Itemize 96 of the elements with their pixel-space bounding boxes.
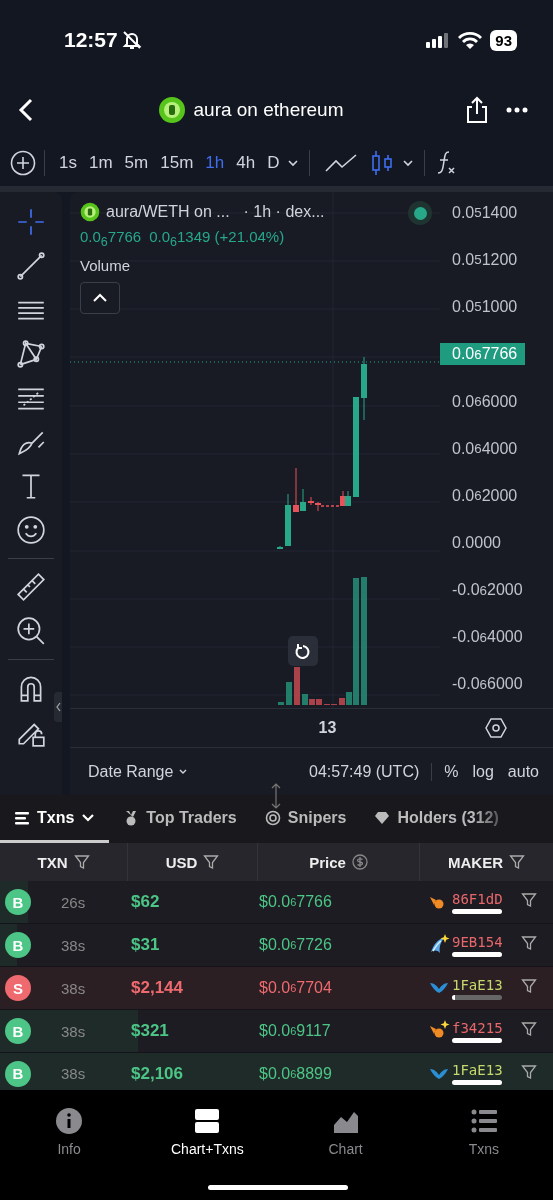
- interval-tab[interactable]: 1h: [199, 153, 231, 173]
- chevron-up-icon: [91, 292, 109, 304]
- holding-bar: [452, 951, 502, 957]
- maker-address[interactable]: 1FaE13: [452, 1062, 503, 1078]
- split-layout-icon: [193, 1107, 222, 1135]
- column-header: USD: [165, 853, 198, 871]
- volume-bar: [286, 682, 292, 705]
- interval-tab[interactable]: D: [261, 153, 286, 173]
- crosshair-icon[interactable]: [15, 206, 47, 238]
- signal-icon: [426, 32, 451, 48]
- candles-icon[interactable]: [370, 149, 395, 177]
- reset-button[interactable]: [288, 636, 318, 666]
- target-icon: [264, 809, 281, 826]
- volume-label: Volume: [80, 257, 132, 274]
- price-axis-label: 0.0000: [451, 533, 502, 553]
- filter-icon[interactable]: [520, 1063, 537, 1080]
- reset-icon: [294, 642, 312, 660]
- pair-details: · 1h · dex...: [243, 203, 325, 221]
- interval-tab[interactable]: 15m: [154, 153, 200, 173]
- volume-bar: [278, 702, 284, 705]
- maker-address[interactable]: 9EB154: [452, 933, 503, 950]
- token-logo-icon: [157, 96, 186, 124]
- info-icon: [55, 1107, 84, 1135]
- wifi-icon: [458, 31, 483, 49]
- filter-icon[interactable]: [520, 892, 537, 908]
- resize-handle-icon[interactable]: [270, 783, 282, 809]
- column-header: MAKER: [448, 853, 503, 871]
- age-cell-text: 38s: [61, 936, 87, 954]
- scale-option[interactable]: auto: [505, 762, 541, 781]
- collapse-handle[interactable]: [54, 692, 62, 722]
- age-cell-text: 38s: [61, 979, 87, 997]
- age-cell-text: 38s: [61, 1022, 87, 1040]
- interval-tab[interactable]: 1m: [82, 153, 119, 173]
- usd-cell-text: $62: [131, 892, 161, 912]
- side-badge: B: [5, 932, 31, 958]
- candle: [285, 493, 291, 547]
- filter-icon[interactable]: [203, 854, 220, 870]
- interval-tab[interactable]: 4h: [230, 153, 262, 173]
- ruler-icon[interactable]: [15, 571, 47, 603]
- filter-icon[interactable]: [520, 935, 537, 951]
- pattern-icon[interactable]: [15, 338, 47, 370]
- holding-bar: [452, 908, 502, 914]
- scale-option[interactable]: log: [470, 762, 496, 781]
- column-header: TXN: [37, 853, 68, 871]
- filter-icon[interactable]: [509, 854, 525, 870]
- last-price: 0.0$_{6}$7766: [80, 228, 142, 249]
- filter-icon[interactable]: [73, 854, 90, 870]
- price-change: 0.0$_{6}$1349 (+21.04%): [149, 228, 285, 249]
- panel-tab[interactable]: Holders (312): [360, 795, 513, 843]
- bottom-nav-item[interactable]: Txns: [414, 1090, 553, 1200]
- time-axis-label: 13: [317, 719, 338, 737]
- filter-icon[interactable]: [520, 1021, 537, 1037]
- settings-icon[interactable]: [485, 717, 507, 739]
- bottom-nav-item[interactable]: Chart: [276, 1090, 415, 1200]
- panel-tab[interactable]: Top Traders: [109, 795, 251, 843]
- add-icon[interactable]: [10, 150, 36, 176]
- pair-name: aura/WETH on ...: [106, 203, 230, 221]
- page-title: aura on ethereum: [193, 99, 344, 121]
- holding-bar: [452, 1037, 502, 1043]
- usd-cell-text: $2,144: [131, 978, 184, 998]
- scale-option[interactable]: %: [442, 762, 461, 781]
- date-range-button[interactable]: Date Range: [88, 762, 190, 781]
- volume-bar: [294, 667, 300, 705]
- collapse-button[interactable]: [80, 282, 120, 314]
- battery-level: 93: [490, 29, 517, 51]
- zoom-in-icon[interactable]: [15, 615, 47, 647]
- age-cell-text: 38s: [61, 1065, 87, 1082]
- maker-address[interactable]: 1FaE13: [452, 976, 503, 993]
- interval-tab[interactable]: 5m: [118, 153, 155, 173]
- live-indicator: [408, 201, 432, 225]
- clock-text: 04:57:49 (UTC): [309, 762, 433, 781]
- age-cell-text: 26s: [61, 893, 87, 911]
- column-header: Price: [309, 853, 346, 871]
- flat-candles-line: [320, 505, 340, 507]
- maker-address[interactable]: 86F1dD: [452, 890, 503, 907]
- list-icon: [469, 1107, 498, 1135]
- diamond-icon: [374, 809, 391, 826]
- usd-cell-text: $31: [131, 935, 161, 955]
- candle: [277, 545, 283, 550]
- maker-address[interactable]: f34215: [452, 1019, 503, 1036]
- token-logo-icon: [80, 202, 100, 222]
- filter-icon[interactable]: [520, 978, 537, 994]
- holding-bar: [452, 994, 502, 1000]
- bottom-nav-item[interactable]: Chart+Txns: [138, 1090, 277, 1200]
- status-time: 12:57: [64, 28, 118, 52]
- interval-tab[interactable]: 1s: [53, 153, 83, 173]
- smiley-icon[interactable]: [15, 514, 47, 546]
- usd-cell-text: $321: [131, 1021, 170, 1041]
- dollar-icon[interactable]: [351, 854, 368, 870]
- bottom-nav-item[interactable]: Info: [0, 1090, 139, 1200]
- panel-tab[interactable]: Snipers: [250, 795, 361, 843]
- usd-cell-text: $2,106: [131, 1063, 184, 1084]
- menu-icon: [14, 809, 30, 826]
- holding-bar: [452, 1080, 502, 1085]
- share-icon[interactable]: [465, 96, 489, 124]
- trend-line-icon[interactable]: [15, 250, 47, 282]
